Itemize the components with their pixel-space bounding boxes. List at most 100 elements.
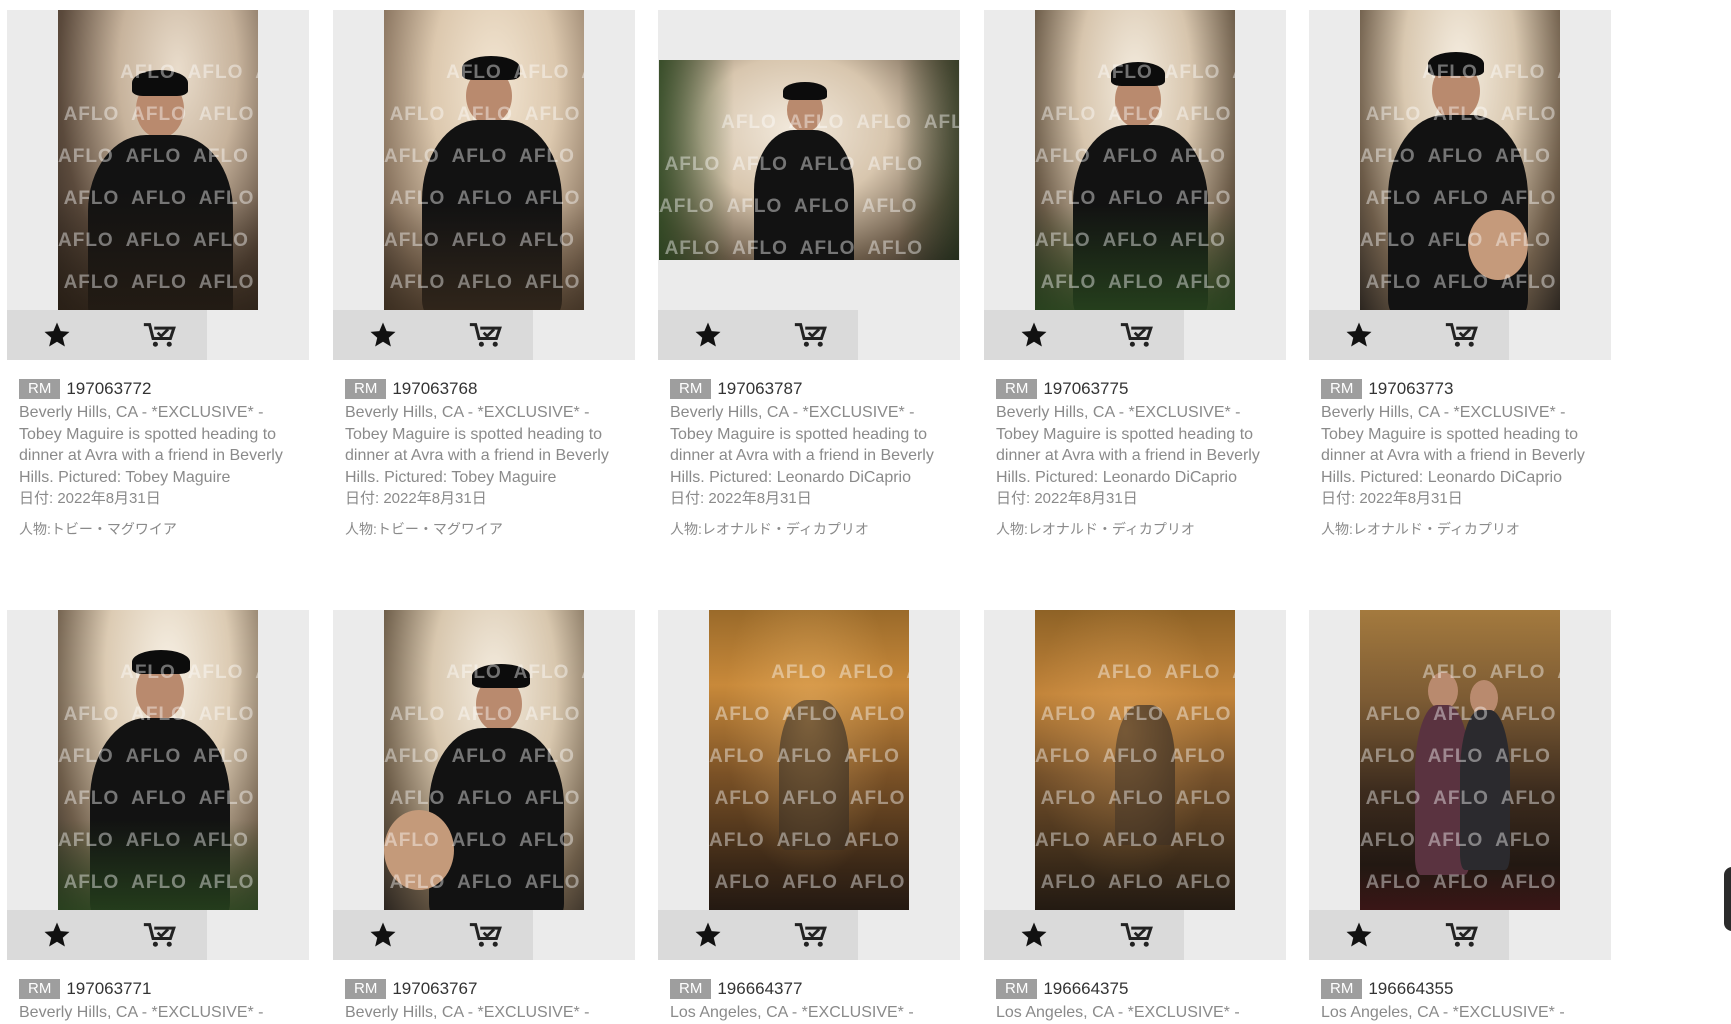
result-meta: RM 197063771 Beverly Hills, CA - *EXCLUS… (19, 978, 304, 1024)
thumbnail-image[interactable]: AFLO AFLO AFLO AFLO AFLO AFLO AFLO AFLO … (1360, 610, 1560, 910)
thumbnail-frame[interactable]: AFLO AFLO AFLO AFLO AFLO AFLO AFLO AFLO … (1309, 610, 1611, 910)
image-id[interactable]: 197063768 (392, 379, 477, 399)
thumbnail-frame[interactable]: AFLO AFLO AFLO AFLO AFLO AFLO AFLO AFLO … (7, 10, 309, 310)
thumbnail-frame[interactable]: AFLO AFLO AFLO AFLO AFLO AFLO AFLO AFLO … (7, 610, 309, 910)
thumbnail-image[interactable]: AFLO AFLO AFLO AFLO AFLO AFLO AFLO AFLO … (384, 10, 584, 310)
person-tag[interactable]: 人物:トビー・マグワイア (345, 519, 630, 539)
thumbnail-image[interactable]: AFLO AFLO AFLO AFLO AFLO AFLO AFLO AFLO … (58, 610, 258, 910)
image-description: Beverly Hills, CA - *EXCLUSIVE* - Tobey … (345, 404, 609, 486)
thumbnail-frame[interactable]: AFLO AFLO AFLO AFLO AFLO AFLO AFLO AFLO … (333, 10, 635, 310)
action-bar (1309, 310, 1509, 360)
cart-icon[interactable] (792, 320, 830, 350)
image-id[interactable]: 196664355 (1368, 979, 1453, 999)
thumbnail-frame[interactable]: AFLO AFLO AFLO AFLO AFLO AFLO AFLO AFLO … (658, 610, 960, 910)
star-icon[interactable] (368, 920, 398, 950)
cart-icon[interactable] (467, 320, 505, 350)
thumbnail-image[interactable]: AFLO AFLO AFLO AFLO AFLO AFLO AFLO AFLO … (1035, 610, 1235, 910)
action-bar (1309, 910, 1509, 960)
result-card: AFLO AFLO AFLO AFLO AFLO AFLO AFLO AFLO … (333, 10, 635, 537)
result-meta: RM 197063775 Beverly Hills, CA - *EXCLUS… (996, 378, 1281, 539)
action-bar (333, 910, 533, 960)
result-meta: RM 197063767 Beverly Hills, CA - *EXCLUS… (345, 978, 630, 1024)
rights-badge: RM (1321, 379, 1363, 399)
rights-badge: RM (1321, 979, 1363, 999)
thumbnail-image[interactable]: AFLO AFLO AFLO AFLO AFLO AFLO AFLO AFLO … (58, 10, 258, 310)
result-meta: RM 197063787 Beverly Hills, CA - *EXCLUS… (670, 378, 955, 539)
action-bar (658, 910, 858, 960)
image-id[interactable]: 197063771 (66, 979, 151, 999)
image-id[interactable]: 196664377 (717, 979, 802, 999)
cart-icon[interactable] (141, 920, 179, 950)
image-id[interactable]: 197063773 (1368, 379, 1453, 399)
image-description: Beverly Hills, CA - *EXCLUSIVE* - Tobey … (996, 404, 1260, 486)
thumbnail-frame[interactable]: AFLO AFLO AFLO AFLO AFLO AFLO AFLO AFLO … (333, 610, 635, 910)
thumbnail-frame[interactable]: AFLO AFLO AFLO AFLO AFLO AFLO AFLO AFLO … (658, 10, 960, 310)
image-description: Beverly Hills, CA - *EXCLUSIVE* - Tobey … (1321, 404, 1585, 486)
star-icon[interactable] (1344, 320, 1374, 350)
cart-icon[interactable] (1443, 920, 1481, 950)
thumbnail-image[interactable]: AFLO AFLO AFLO AFLO AFLO AFLO AFLO AFLO … (709, 610, 909, 910)
star-icon[interactable] (1344, 920, 1374, 950)
action-bar (7, 910, 207, 960)
image-description: Los Angeles, CA - *EXCLUSIVE* - (1321, 1004, 1565, 1021)
search-results-grid: AFLO AFLO AFLO AFLO AFLO AFLO AFLO AFLO … (0, 0, 1731, 1023)
cart-icon[interactable] (467, 920, 505, 950)
image-date: 日付: 2022年8月31日 (345, 490, 487, 507)
star-icon[interactable] (42, 920, 72, 950)
rights-badge: RM (670, 979, 712, 999)
side-panel-tab[interactable] (1724, 867, 1731, 931)
person-tag[interactable]: 人物:レオナルド・ディカプリオ (996, 519, 1281, 539)
result-meta: RM 197063768 Beverly Hills, CA - *EXCLUS… (345, 378, 630, 539)
action-bar (7, 310, 207, 360)
result-card: AFLO AFLO AFLO AFLO AFLO AFLO AFLO AFLO … (984, 10, 1286, 537)
thumbnail-image[interactable]: AFLO AFLO AFLO AFLO AFLO AFLO AFLO AFLO … (659, 60, 959, 260)
image-date: 日付: 2022年8月31日 (996, 490, 1138, 507)
rights-badge: RM (345, 379, 387, 399)
star-icon[interactable] (693, 920, 723, 950)
thumbnail-frame[interactable]: AFLO AFLO AFLO AFLO AFLO AFLO AFLO AFLO … (984, 610, 1286, 910)
cart-icon[interactable] (1118, 320, 1156, 350)
thumbnail-frame[interactable]: AFLO AFLO AFLO AFLO AFLO AFLO AFLO AFLO … (1309, 10, 1611, 310)
result-meta: RM 196664355 Los Angeles, CA - *EXCLUSIV… (1321, 978, 1606, 1024)
rights-badge: RM (670, 379, 712, 399)
result-card: AFLO AFLO AFLO AFLO AFLO AFLO AFLO AFLO … (7, 610, 309, 1021)
action-bar (658, 310, 858, 360)
result-meta: RM 196664377 Los Angeles, CA - *EXCLUSIV… (670, 978, 955, 1024)
star-icon[interactable] (42, 320, 72, 350)
image-description: Beverly Hills, CA - *EXCLUSIVE* - Tobey … (19, 404, 283, 486)
image-description: Los Angeles, CA - *EXCLUSIVE* - (670, 1004, 914, 1021)
result-meta: RM 197063773 Beverly Hills, CA - *EXCLUS… (1321, 378, 1606, 539)
rights-badge: RM (996, 979, 1038, 999)
rights-badge: RM (19, 979, 61, 999)
image-id[interactable]: 197063775 (1043, 379, 1128, 399)
image-id[interactable]: 197063772 (66, 379, 151, 399)
result-card: AFLO AFLO AFLO AFLO AFLO AFLO AFLO AFLO … (7, 10, 309, 537)
action-bar (333, 310, 533, 360)
person-tag[interactable]: 人物:レオナルド・ディカプリオ (670, 519, 955, 539)
result-card: AFLO AFLO AFLO AFLO AFLO AFLO AFLO AFLO … (658, 610, 960, 1021)
thumbnail-image[interactable]: AFLO AFLO AFLO AFLO AFLO AFLO AFLO AFLO … (384, 610, 584, 910)
result-card: AFLO AFLO AFLO AFLO AFLO AFLO AFLO AFLO … (658, 10, 960, 537)
cart-icon[interactable] (792, 920, 830, 950)
star-icon[interactable] (693, 320, 723, 350)
person-tag[interactable]: 人物:トビー・マグワイア (19, 519, 304, 539)
cart-icon[interactable] (1118, 920, 1156, 950)
person-tag[interactable]: 人物:レオナルド・ディカプリオ (1321, 519, 1606, 539)
image-date: 日付: 2022年8月31日 (19, 490, 161, 507)
result-card: AFLO AFLO AFLO AFLO AFLO AFLO AFLO AFLO … (984, 610, 1286, 1021)
image-id[interactable]: 196664375 (1043, 979, 1128, 999)
star-icon[interactable] (1019, 920, 1049, 950)
star-icon[interactable] (368, 320, 398, 350)
image-id[interactable]: 197063787 (717, 379, 802, 399)
thumbnail-frame[interactable]: AFLO AFLO AFLO AFLO AFLO AFLO AFLO AFLO … (984, 10, 1286, 310)
image-description: Beverly Hills, CA - *EXCLUSIVE* - (345, 1004, 590, 1021)
star-icon[interactable] (1019, 320, 1049, 350)
cart-icon[interactable] (141, 320, 179, 350)
thumbnail-image[interactable]: AFLO AFLO AFLO AFLO AFLO AFLO AFLO AFLO … (1035, 10, 1235, 310)
result-meta: RM 197063772 Beverly Hills, CA - *EXCLUS… (19, 378, 304, 539)
image-date: 日付: 2022年8月31日 (670, 490, 812, 507)
image-description: Beverly Hills, CA - *EXCLUSIVE* - Tobey … (670, 404, 934, 486)
thumbnail-image[interactable]: AFLO AFLO AFLO AFLO AFLO AFLO AFLO AFLO … (1360, 10, 1560, 310)
image-id[interactable]: 197063767 (392, 979, 477, 999)
cart-icon[interactable] (1443, 320, 1481, 350)
